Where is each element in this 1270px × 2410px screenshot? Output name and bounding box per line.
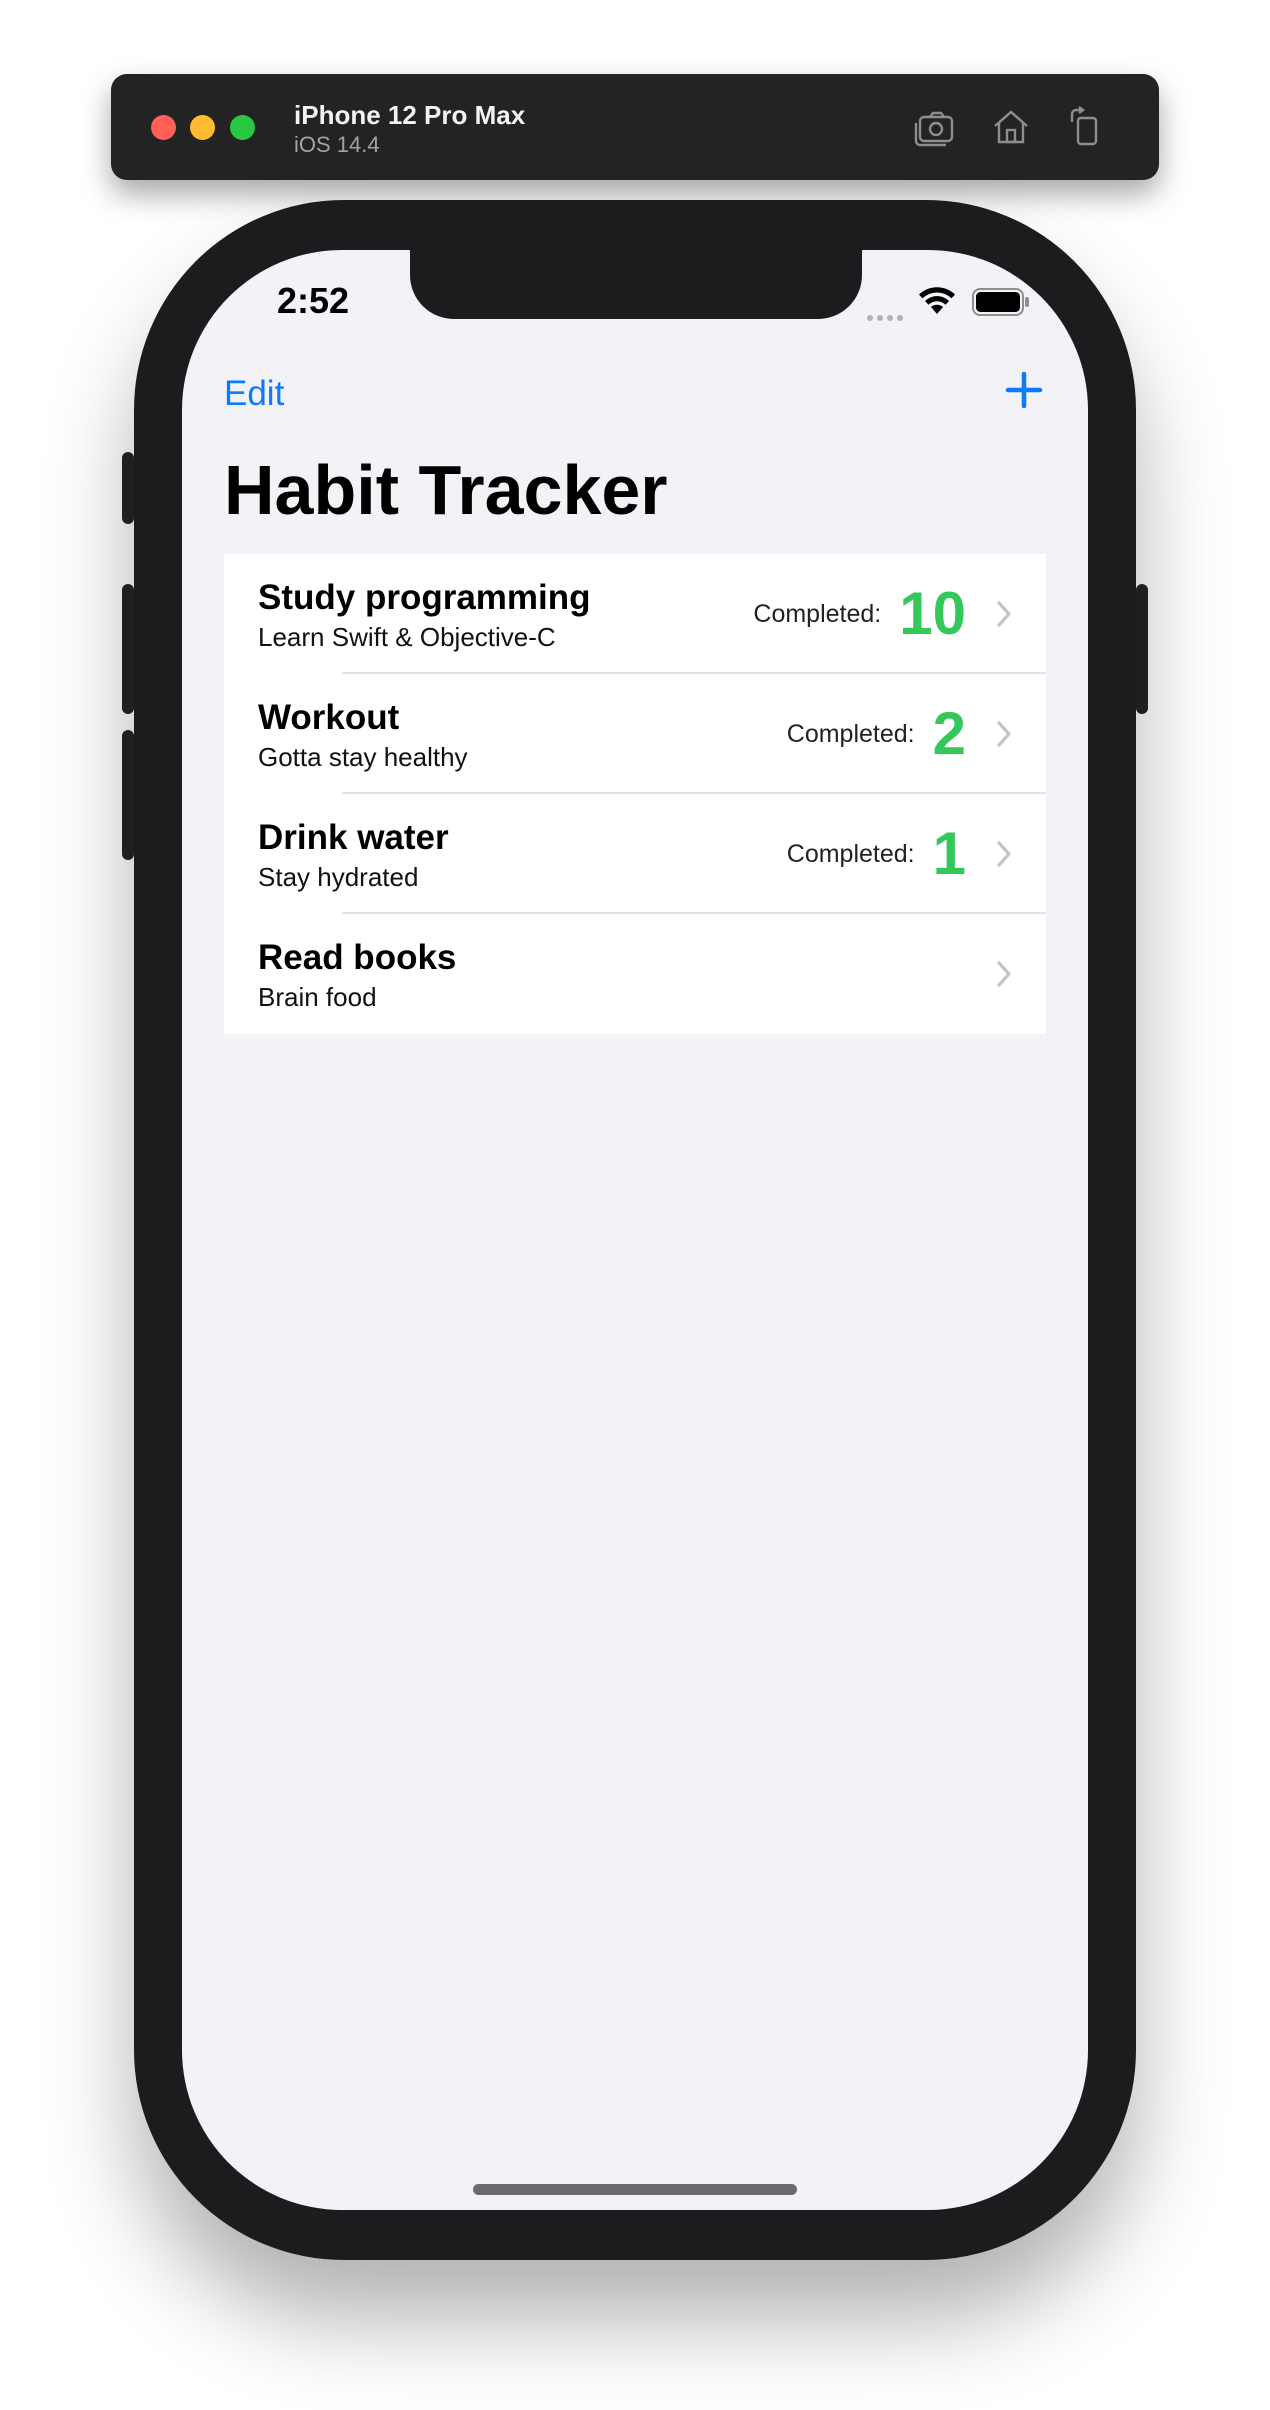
completed-count: 2 [932,700,966,767]
habit-subtitle: Brain food [258,982,377,1012]
completed-label: Completed: [753,599,882,628]
simulator-stage: iPhone 12 Pro Max iOS 14.4 2:52 Edit Hab… [0,0,1270,2410]
completed-info: Completed: 1 [787,794,966,914]
completed-info: Completed: 10 [753,554,966,674]
wifi-icon [919,287,955,314]
habit-subtitle: Stay hydrated [258,862,419,892]
home-icon[interactable] [988,104,1034,150]
close-window-button[interactable] [151,115,176,140]
habit-title: Study programming [258,578,591,617]
zoom-window-button[interactable] [230,115,255,140]
habit-row-study-programming[interactable]: Study programming Learn Swift & Objectiv… [224,554,1046,674]
completed-label: Completed: [786,839,915,868]
habit-row-read-books[interactable]: Read books Brain food [224,914,1046,1034]
completed-info: Completed: 2 [787,674,966,794]
simulator-titlebar: iPhone 12 Pro Max iOS 14.4 [111,74,1159,180]
power-button [1136,584,1148,714]
signal-dots-icon [867,308,907,326]
chevron-right-icon [997,601,1011,627]
habit-title: Read books [258,938,457,977]
status-time: 2:52 [277,280,350,321]
mute-switch [122,452,134,524]
chevron-right-icon [997,721,1011,747]
habit-row-drink-water[interactable]: Drink water Stay hydrated Completed: 1 [224,794,1046,914]
plus-icon[interactable] [1002,368,1046,412]
habit-subtitle: Learn Swift & Objective-C [258,622,556,652]
habit-title: Workout [258,698,400,737]
device-name: iPhone 12 Pro Max [294,100,526,130]
battery-icon [972,288,1029,316]
habit-row-workout[interactable]: Workout Gotta stay healthy Completed: 2 [224,674,1046,794]
page-title: Habit Tracker [224,451,668,529]
completed-count: 1 [932,820,966,887]
completed-count: 10 [899,580,966,647]
phone-screen: 2:52 Edit Habit Tracker Study programmin… [182,250,1088,2210]
home-indicator[interactable] [473,2184,797,2195]
device-os-version: iOS 14.4 [294,132,380,157]
chevron-right-icon [997,841,1011,867]
notch [410,250,862,319]
minimize-window-button[interactable] [190,115,215,140]
habit-list: Study programming Learn Swift & Objectiv… [224,554,1046,1034]
habit-subtitle: Gotta stay healthy [258,742,468,772]
screenshot-icon[interactable] [912,104,958,150]
habit-title: Drink water [258,818,449,857]
rotate-icon[interactable] [1062,104,1108,150]
completed-label: Completed: [786,719,915,748]
edit-button[interactable]: Edit [224,374,284,414]
volume-up-button [122,584,134,714]
chevron-right-icon [997,961,1011,987]
volume-down-button [122,730,134,860]
